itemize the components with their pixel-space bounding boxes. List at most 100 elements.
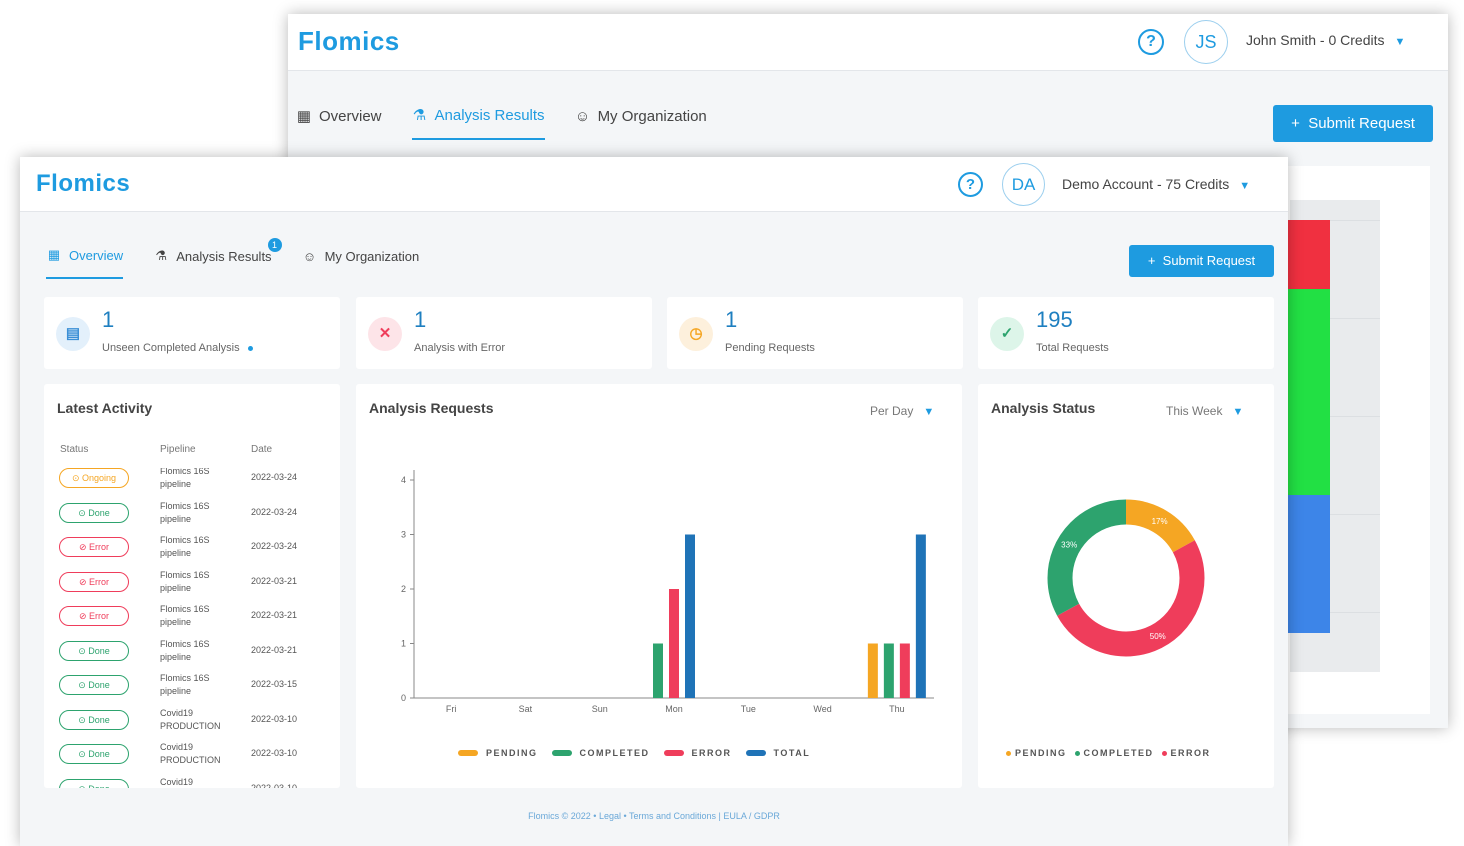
activity-list[interactable]: ⊙ Ongoing Flomics 16S pipeline 2022-03-24 ⊙… <box>44 468 340 788</box>
tab-overview[interactable]: ▦ Overview <box>46 247 124 279</box>
flomics-logo[interactable]: Flomics <box>298 26 400 57</box>
stat-card[interactable]: ▤ 1 Unseen Completed Analysis <box>44 297 340 369</box>
avatar[interactable]: JS <box>1184 20 1228 64</box>
legend-dot <box>1161 750 1167 756</box>
stat-label-text: Pending Requests <box>725 342 815 354</box>
activity-row[interactable]: ⊙ Done Flomics 16S pipeline 2022-03-21 <box>44 639 340 675</box>
stat-value: 1 <box>102 307 115 332</box>
pipeline-name: Flomics 16S pipeline <box>160 500 210 524</box>
activity-row[interactable]: ⊙ Done Covid19 2022-03-10 <box>44 777 340 789</box>
bar-completed[interactable] <box>653 643 663 699</box>
legend-item[interactable]: PENDING <box>1006 748 1067 758</box>
activity-date: 2022-03-10 <box>251 713 298 724</box>
chevron-down-icon: ▼ <box>1394 36 1406 48</box>
analysis-status-chart: 17% 50% 33% <box>1047 499 1205 657</box>
status-icon: ⊘ <box>78 576 90 587</box>
slice-label: 17% <box>1152 517 1168 526</box>
chart-legend: PENDING COMPLETED ERROR <box>1006 748 1211 758</box>
legend-label: COMPLETED <box>1083 748 1154 758</box>
bar-total[interactable] <box>915 534 926 699</box>
stacked-bar-segment[interactable] <box>1288 288 1330 496</box>
flask-icon: ⚗ <box>155 248 168 263</box>
legend-item[interactable]: PENDING <box>458 748 538 758</box>
status-label: Done <box>88 784 110 789</box>
bar-error[interactable] <box>669 589 679 698</box>
help-icon[interactable]: ? <box>1138 29 1164 55</box>
legend-item[interactable]: ERROR <box>663 748 732 758</box>
legend-item[interactable]: ERROR <box>1161 748 1211 758</box>
error-file-icon: ✕ <box>368 317 402 351</box>
legend-dot <box>1074 750 1080 756</box>
legend-item[interactable]: COMPLETED <box>551 748 650 758</box>
submit-request-button[interactable]: + Submit Request <box>1129 245 1274 277</box>
submit-label: Submit Request <box>1308 115 1415 132</box>
users-icon: ☺ <box>574 107 591 125</box>
analysis-status-card: Analysis Status This Week ▼ 17% 50% 33% PEN… <box>978 384 1274 788</box>
tab-overview[interactable]: ▦ Overview <box>296 106 382 140</box>
stacked-bar-segment[interactable] <box>1288 495 1330 633</box>
stat-label: Analysis with Error <box>414 342 505 354</box>
grid-icon: ▦ <box>296 108 312 125</box>
legend-swatch <box>745 750 766 756</box>
activity-row[interactable]: ⊘ Error Flomics 16S pipeline 2022-03-21 <box>44 569 340 606</box>
bar-pending[interactable] <box>867 643 878 699</box>
flomics-logo[interactable]: Flomics <box>36 170 130 198</box>
column-header: Pipeline <box>160 444 196 455</box>
stacked-bar-segment[interactable] <box>1288 220 1330 289</box>
stat-value: 1 <box>414 307 427 332</box>
pipeline-name: Covid19 PRODUCTION <box>160 742 221 765</box>
bar-error[interactable] <box>899 643 910 699</box>
tab-analysis-results[interactable]: ⚗ Analysis Results 1 <box>153 238 282 279</box>
activity-row[interactable]: ⊙ Ongoing Flomics 16S pipeline 2022-03-24 <box>44 468 340 502</box>
legend-item[interactable]: TOTAL <box>745 748 811 758</box>
account-label: Demo Account - 75 Credits <box>1062 176 1230 192</box>
y-tick-label: 0 <box>401 693 406 703</box>
stat-card[interactable]: ✕ 1 Analysis with Error <box>356 297 652 369</box>
status-icon: ⊘ <box>78 542 90 552</box>
y-tick-label: 3 <box>401 530 406 540</box>
activity-date: 2022-03-10 <box>251 782 298 789</box>
bar-total[interactable] <box>685 534 695 699</box>
legend-item[interactable]: COMPLETED <box>1074 748 1154 758</box>
tab-my-organization[interactable]: ☺ My Organization <box>575 106 707 140</box>
activity-row[interactable]: ⊙ Done Flomics 16S pipeline 2022-03-24 <box>44 500 340 537</box>
flask-icon: ⚗ <box>412 107 427 124</box>
tab-analysis-results[interactable]: ⚗ Analysis Results <box>411 106 545 140</box>
status-icon: ⊙ <box>78 714 89 725</box>
notification-badge: 1 <box>267 238 282 252</box>
legend-swatch <box>663 750 684 756</box>
pipeline-name: Flomics 16S pipeline <box>160 569 210 593</box>
activity-row[interactable]: ⊘ Error Flomics 16S pipeline 2022-03-24 <box>44 535 340 571</box>
submit-request-button[interactable]: + Submit Request <box>1273 105 1433 142</box>
stat-value: 195 <box>1036 307 1073 332</box>
legend-label: ERROR <box>691 748 732 758</box>
avatar[interactable]: DA <box>1002 163 1045 206</box>
x-tick-label: Wed <box>813 704 831 714</box>
stat-label-text: Analysis with Error <box>414 342 506 354</box>
account-label: John Smith - 0 Credits <box>1246 32 1385 48</box>
status-badge: ⊘ Error <box>59 537 129 557</box>
tab-my-organization[interactable]: ☺ My Organization <box>302 247 419 279</box>
x-tick-label: Fri <box>446 704 457 714</box>
unseen-dot <box>247 345 253 351</box>
help-icon[interactable]: ? <box>958 172 983 197</box>
status-icon: ⊙ <box>78 507 89 518</box>
stat-card[interactable]: ◷ 1 Pending Requests <box>667 297 963 369</box>
account-menu[interactable]: John Smith - 0 Credits ▼ <box>1246 32 1405 48</box>
footer: Flomics © 2022 • Legal • Terms and Condi… <box>528 811 780 821</box>
stat-label: Total Requests <box>1036 342 1109 354</box>
tab-label: Overview <box>319 107 382 125</box>
activity-row[interactable]: ⊙ Done Covid19 PRODUCTION 2022-03-10 <box>44 708 340 744</box>
activity-row[interactable]: ⊘ Error Flomics 16S pipeline 2022-03-21 <box>44 604 340 640</box>
activity-date: 2022-03-24 <box>251 506 298 517</box>
account-menu[interactable]: Demo Account - 75 Credits ▼ <box>1062 176 1250 192</box>
activity-row[interactable]: ⊙ Done Flomics 16S pipeline 2022-03-15 <box>44 673 340 709</box>
x-tick-label: Tue <box>741 704 756 714</box>
pipeline-name: Flomics 16S pipeline <box>160 468 210 489</box>
bar-completed[interactable] <box>883 643 894 699</box>
status-badge: ⊙ Done <box>59 778 129 789</box>
tab-label: Analysis Results <box>176 248 272 264</box>
activity-row[interactable]: ⊙ Done Covid19 PRODUCTION 2022-03-10 <box>44 742 340 778</box>
stat-card[interactable]: ✓ 195 Total Requests <box>978 297 1274 369</box>
slice-label: 33% <box>1061 540 1077 549</box>
